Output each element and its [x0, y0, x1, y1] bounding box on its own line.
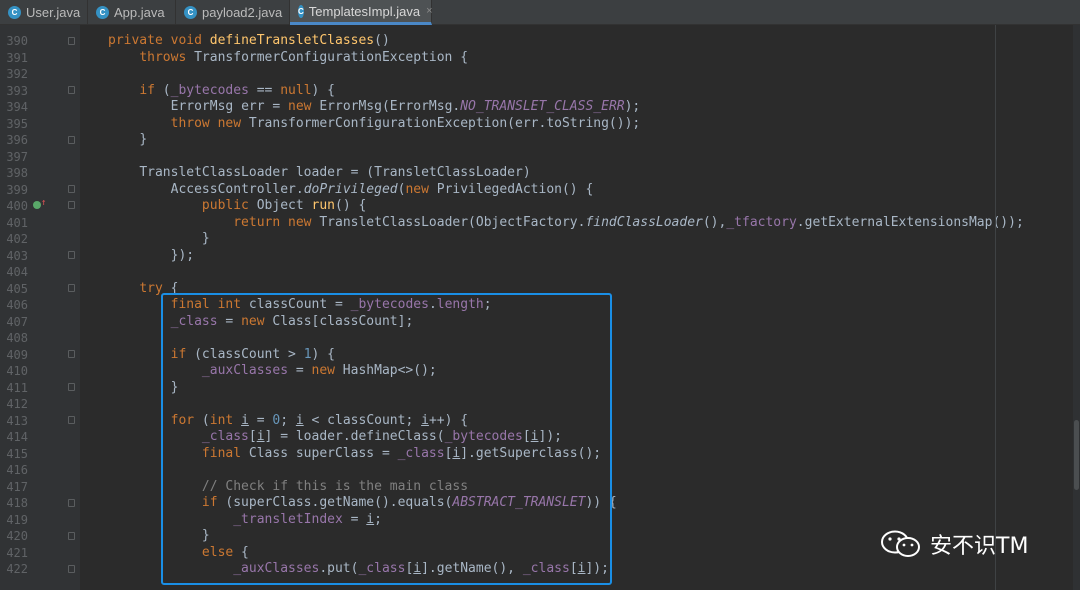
implements-method-icon[interactable]	[33, 201, 41, 209]
code-line-401: return new TransletClassLoader(ObjectFac…	[233, 214, 1024, 230]
wechat-icon	[881, 530, 920, 557]
code-line-403: });	[170, 247, 195, 263]
line-number: 401	[6, 215, 28, 230]
java-class-icon: C	[8, 6, 21, 19]
line-number: 413	[6, 413, 28, 428]
line-number: 412	[6, 397, 28, 411]
tab-label: User.java	[26, 5, 81, 20]
line-number: 407	[6, 314, 28, 329]
vertical-scrollbar[interactable]	[1073, 25, 1080, 590]
line-number: 422	[6, 562, 28, 576]
line-number: 409	[6, 347, 28, 362]
line-number: 406	[6, 298, 28, 312]
line-number: 403	[6, 248, 28, 263]
code-line-396: }	[139, 132, 148, 147]
line-number: 420	[6, 529, 28, 543]
line-number-gutter: 390 391 392 393 394 395 396 397 398 399 …	[0, 25, 80, 590]
fold-marker-icon[interactable]	[68, 201, 75, 209]
fold-marker-icon[interactable]	[68, 499, 75, 507]
code-line-390: private void defineTransletClasses()	[108, 33, 390, 48]
line-number: 411	[6, 380, 28, 395]
fold-marker-icon[interactable]	[68, 284, 75, 292]
line-number: 398	[6, 166, 28, 180]
line-number: 421	[6, 545, 28, 560]
tab-app-java[interactable]: C App.java	[88, 0, 176, 25]
tab-label: App.java	[114, 5, 165, 20]
line-number: 408	[6, 331, 28, 345]
code-line-394: ErrorMsg err = new ErrorMsg(ErrorMsg.NO_…	[170, 99, 641, 114]
line-number: 404	[6, 265, 28, 279]
line-number: 416	[6, 463, 28, 477]
line-number: 419	[6, 512, 28, 527]
line-number: 414	[6, 430, 28, 444]
fold-marker-icon[interactable]	[68, 251, 75, 259]
line-number: 399	[6, 182, 28, 197]
tab-label: TemplatesImpl.java	[308, 3, 421, 19]
code-line-399: AccessController.doPrivileged(new Privil…	[170, 181, 594, 197]
tab-templatesimpl-java[interactable]: C TemplatesImpl.java ×	[290, 0, 433, 25]
code-line-402: }	[201, 231, 210, 246]
line-number: 390	[6, 34, 28, 48]
line-number: 400	[6, 199, 28, 213]
line-number: 405	[6, 281, 28, 296]
line-number: 418	[6, 496, 28, 510]
line-number: 393	[6, 83, 28, 98]
highlight-annotation-box	[161, 293, 612, 585]
watermark: 安不识TM	[880, 528, 1028, 560]
scrollbar-thumb[interactable]	[1074, 420, 1079, 490]
line-number: 415	[6, 446, 28, 461]
fold-marker-icon[interactable]	[68, 37, 75, 45]
code-line-400: public Object run() {	[201, 198, 367, 213]
code-line-393: if (_bytecodes == null) {	[139, 82, 336, 98]
java-class-icon: C	[96, 6, 109, 19]
watermark-text: 安不识TM	[930, 534, 1029, 559]
line-number: 396	[6, 133, 28, 147]
tab-user-java[interactable]: C User.java	[0, 0, 88, 25]
tab-payload2-java[interactable]: C payload2.java	[176, 0, 290, 25]
editor-tab-bar: C User.java C App.java C payload2.java C…	[0, 0, 1080, 25]
right-margin-guide	[995, 25, 996, 590]
fold-marker-icon[interactable]	[68, 416, 75, 424]
fold-marker-icon[interactable]	[68, 383, 75, 391]
fold-marker-icon[interactable]	[68, 136, 75, 144]
line-number: 410	[6, 364, 28, 378]
line-number: 394	[6, 100, 28, 114]
line-number: 397	[6, 149, 28, 164]
fold-marker-icon[interactable]	[68, 532, 75, 540]
line-number: 392	[6, 67, 28, 81]
java-class-icon: C	[298, 4, 304, 18]
fold-marker-icon[interactable]	[68, 86, 75, 94]
code-line-398: TransletClassLoader loader = (TransletCl…	[139, 165, 531, 180]
code-line-391: throws TransformerConfigurationException…	[139, 49, 469, 65]
fold-marker-icon[interactable]	[68, 350, 75, 358]
override-arrow-icon[interactable]: ↑	[41, 198, 46, 208]
tab-label: payload2.java	[202, 5, 283, 20]
close-tab-icon[interactable]: ×	[426, 5, 432, 17]
line-number: 395	[6, 116, 28, 131]
fold-marker-icon[interactable]	[68, 185, 75, 193]
line-number: 391	[6, 50, 28, 65]
fold-marker-icon[interactable]	[68, 565, 75, 573]
code-line-395: throw new TransformerConfigurationExcept…	[170, 115, 641, 131]
java-class-icon: C	[184, 6, 197, 19]
line-number: 417	[6, 479, 28, 494]
line-number: 402	[6, 232, 28, 246]
